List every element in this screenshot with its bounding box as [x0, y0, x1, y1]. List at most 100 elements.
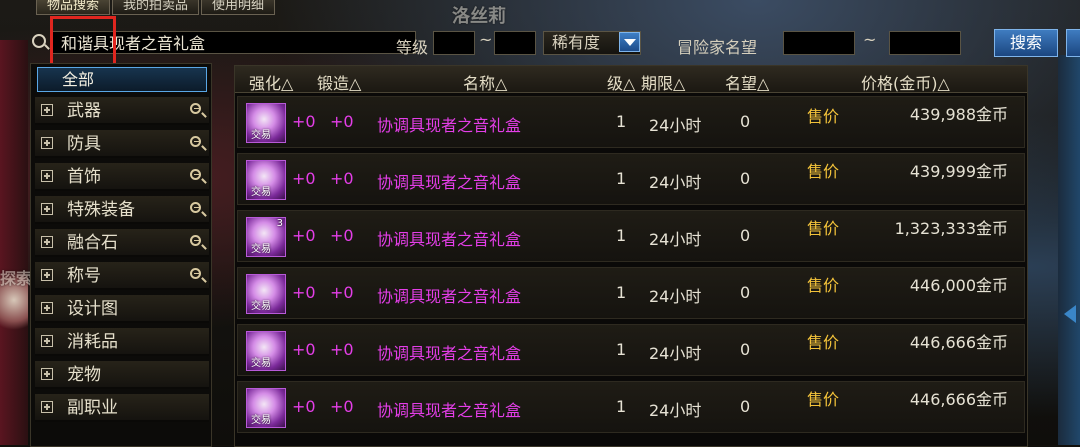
- magnify-icon[interactable]: [190, 136, 201, 147]
- expand-plus-icon[interactable]: [41, 104, 53, 116]
- item-level: 1: [616, 169, 627, 188]
- gift-box-icon[interactable]: 交易: [246, 274, 286, 314]
- search-button[interactable]: 搜索: [994, 29, 1058, 57]
- scroll-arrow-icon[interactable]: [1064, 305, 1076, 323]
- reinforce-value: +0: [292, 340, 316, 359]
- level-max-field[interactable]: [494, 31, 536, 55]
- magnify-icon[interactable]: [190, 235, 201, 246]
- header-reinforce[interactable]: 强化△: [249, 70, 293, 94]
- background-label: 探索: [0, 269, 33, 288]
- forge-value: +0: [330, 226, 354, 245]
- item-name[interactable]: 协调具现者之音礼盒: [377, 340, 521, 364]
- magnify-icon[interactable]: [190, 268, 201, 279]
- expand-plus-icon[interactable]: [41, 269, 53, 281]
- item-name[interactable]: 协调具现者之音礼盒: [377, 226, 521, 250]
- table-row[interactable]: 交易 +0 +0 协调具现者之音礼盒 1 24小时 0 售价 439,999金币: [237, 153, 1025, 205]
- category-all[interactable]: 全部: [37, 67, 207, 92]
- header-name[interactable]: 名称△: [463, 70, 507, 94]
- item-level: 1: [616, 226, 627, 245]
- gift-box-icon[interactable]: 交易: [246, 103, 286, 143]
- fame-tilde: ~: [863, 30, 877, 49]
- category-item[interactable]: 副职业: [35, 394, 209, 422]
- gift-box-icon[interactable]: 交易: [246, 331, 286, 371]
- fame-max-field[interactable]: [889, 31, 961, 55]
- header-price[interactable]: 价格(金币)△: [861, 70, 950, 94]
- item-price: 439,988金币: [909, 105, 1008, 124]
- magnify-icon[interactable]: [190, 169, 201, 180]
- item-price: 446,666金币: [909, 333, 1008, 352]
- trade-tag: 交易: [251, 301, 271, 312]
- table-row[interactable]: 交易 +0 +0 协调具现者之音礼盒 1 24小时 0 售价 439,988金币: [237, 96, 1025, 148]
- category-item[interactable]: 称号: [35, 262, 209, 290]
- fame-min-field[interactable]: [783, 31, 855, 55]
- trade-tag: 交易: [251, 415, 271, 426]
- expand-plus-icon[interactable]: [41, 368, 53, 380]
- expand-plus-icon[interactable]: [41, 203, 53, 215]
- category-item[interactable]: 设计图: [35, 295, 209, 323]
- item-level: 1: [616, 283, 627, 302]
- auction-tabs: 物品搜索 我的拍卖品 使用明细: [36, 0, 276, 15]
- fame-label: 冒险家名望: [677, 38, 758, 57]
- category-item[interactable]: 特殊装备: [35, 196, 209, 224]
- forge-value: +0: [330, 112, 354, 131]
- category-item[interactable]: 消耗品: [35, 328, 209, 356]
- item-period: 24小时: [649, 401, 702, 420]
- magnify-icon[interactable]: [190, 103, 201, 114]
- item-name[interactable]: 协调具现者之音礼盒: [377, 283, 521, 307]
- reinforce-value: +0: [292, 226, 316, 245]
- expand-plus-icon[interactable]: [41, 170, 53, 182]
- category-item[interactable]: 融合石: [35, 229, 209, 257]
- category-label: 融合石: [67, 233, 118, 253]
- tab-item-search[interactable]: 物品搜索: [36, 0, 111, 15]
- item-price: 439,999金币: [909, 162, 1008, 181]
- price-label: 售价: [807, 162, 840, 181]
- header-period[interactable]: 期限△: [641, 70, 685, 94]
- category-sidebar: 全部 武器防具首饰特殊装备融合石称号设计图消耗品宠物副职业: [30, 63, 212, 447]
- category-label: 副职业: [67, 398, 118, 418]
- category-item[interactable]: 防具: [35, 130, 209, 158]
- category-item[interactable]: 武器: [35, 97, 209, 125]
- level-min-field[interactable]: [433, 31, 475, 55]
- category-item[interactable]: 首饰: [35, 163, 209, 191]
- item-fame: 0: [740, 283, 751, 302]
- magnify-icon[interactable]: [190, 202, 201, 213]
- extra-button[interactable]: [1066, 29, 1080, 57]
- item-level: 1: [616, 112, 627, 131]
- search-bar: 和谐具现者之音礼盒 等级 ~ 稀有度 冒险家名望 ~ 搜索: [28, 28, 1080, 58]
- expand-plus-icon[interactable]: [41, 236, 53, 248]
- item-fame: 0: [740, 226, 751, 245]
- level-label: 等级: [396, 38, 429, 57]
- item-name[interactable]: 协调具现者之音礼盒: [377, 169, 521, 193]
- category-label: 防具: [67, 134, 101, 154]
- table-row[interactable]: 交易 +0 +0 协调具现者之音礼盒 1 24小时 0 售价 446,000金币: [237, 267, 1025, 319]
- table-row[interactable]: 交易 +0 +0 协调具现者之音礼盒 1 24小时 0 售价 446,666金币: [237, 324, 1025, 376]
- gift-box-icon[interactable]: 3 交易: [246, 217, 286, 257]
- item-name[interactable]: 协调具现者之音礼盒: [377, 397, 521, 421]
- reinforce-value: +0: [292, 397, 316, 416]
- chevron-down-icon[interactable]: [619, 32, 640, 52]
- expand-plus-icon[interactable]: [41, 335, 53, 347]
- table-row[interactable]: 交易 +0 +0 协调具现者之音礼盒 1 24小时 0 售价 446,666金币: [237, 381, 1025, 433]
- category-label: 设计图: [67, 299, 118, 319]
- expand-plus-icon[interactable]: [41, 302, 53, 314]
- category-label: 武器: [67, 101, 101, 121]
- trade-tag: 交易: [251, 130, 271, 141]
- tab-my-auctions[interactable]: 我的拍卖品: [112, 0, 200, 15]
- expand-plus-icon[interactable]: [41, 401, 53, 413]
- table-row[interactable]: 3 交易 +0 +0 协调具现者之音礼盒 1 24小时 0 售价 1,323,333金币: [237, 210, 1025, 262]
- table-header: 强化△ 锻造△ 名称△ 级△ 期限△ 名望△ 价格(金币)△: [235, 66, 1027, 93]
- expand-plus-icon[interactable]: [41, 137, 53, 149]
- header-level[interactable]: 级△: [607, 70, 635, 94]
- item-name[interactable]: 协调具现者之音礼盒: [377, 112, 521, 136]
- trade-tag: 交易: [251, 244, 271, 255]
- tab-usage-details[interactable]: 使用明细: [201, 0, 276, 15]
- trade-tag: 交易: [251, 187, 271, 198]
- category-item[interactable]: 宠物: [35, 361, 209, 389]
- header-forge[interactable]: 锻造△: [317, 70, 361, 94]
- gift-box-icon[interactable]: 交易: [246, 160, 286, 200]
- header-fame[interactable]: 名望△: [725, 70, 769, 94]
- reinforce-value: +0: [292, 112, 316, 131]
- price-label: 售价: [807, 333, 840, 352]
- gift-box-icon[interactable]: 交易: [246, 388, 286, 428]
- background-character-left: [0, 40, 28, 445]
